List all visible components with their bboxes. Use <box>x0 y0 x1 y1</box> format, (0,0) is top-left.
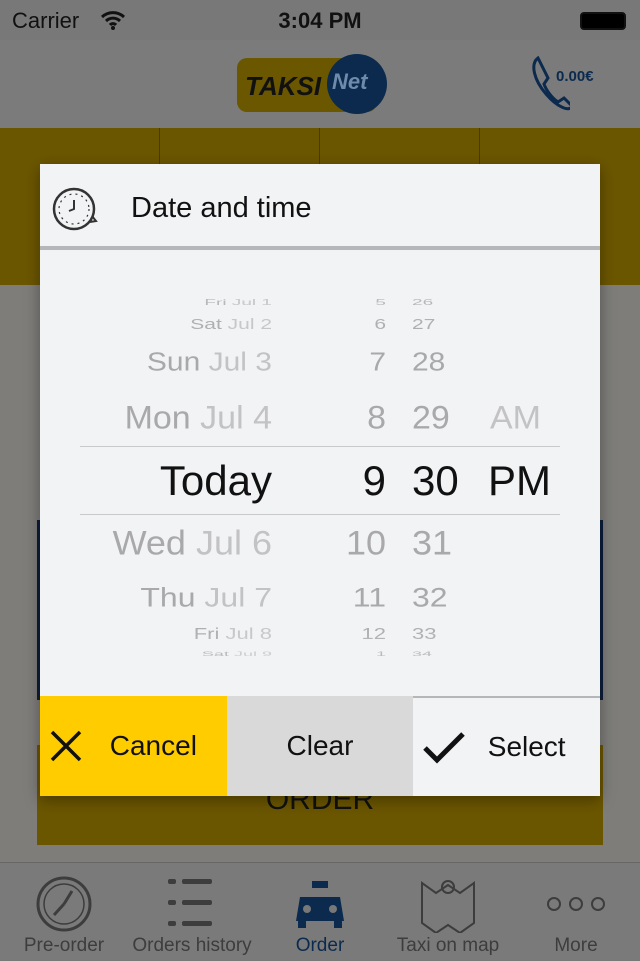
hour-option[interactable]: 9 <box>363 460 386 502</box>
date-option[interactable]: Sun Jul 3 <box>147 350 272 376</box>
date-option[interactable]: Today <box>160 460 272 502</box>
battery-icon <box>580 12 626 30</box>
checkmark-icon <box>423 732 466 764</box>
minute-option[interactable]: 30 <box>412 460 459 502</box>
date-day: Thu <box>140 581 196 613</box>
minute-option[interactable]: 27 <box>412 317 435 332</box>
date-month-day: Jul 4 <box>200 399 272 437</box>
tab-pre-order[interactable]: Pre-order <box>0 863 128 961</box>
date-option[interactable]: Mon Jul 4 <box>125 402 272 434</box>
hour-option[interactable]: 5 <box>375 298 386 307</box>
clock-history-icon <box>52 187 98 231</box>
date-day: Sat <box>190 315 222 333</box>
tab-more[interactable]: More <box>512 863 640 961</box>
date-day: Fri <box>193 624 220 643</box>
taxi-icon <box>296 881 344 928</box>
selection-line-top <box>80 446 560 447</box>
minute-option[interactable]: 31 <box>412 525 452 560</box>
date-option[interactable]: Wed Jul 6 <box>112 523 272 562</box>
date-option[interactable]: Thu Jul 7 <box>140 583 272 610</box>
date-month-day: Jul 8 <box>225 624 272 643</box>
minute-option[interactable]: 34 <box>412 651 432 657</box>
tab-orders-history[interactable]: Orders history <box>128 863 256 961</box>
date-month-day: Jul 3 <box>208 348 272 377</box>
status-bar: Carrier 3:04 PM <box>0 0 640 40</box>
minute-option[interactable]: 26 <box>412 298 433 307</box>
date-day: Wed <box>112 523 186 562</box>
hour-option[interactable]: 7 <box>369 350 386 376</box>
balance-button[interactable]: 0.00€ <box>530 54 620 114</box>
date-month-day: Jul 2 <box>227 315 272 333</box>
date-month-day[interactable]: Jul 1 <box>232 298 272 307</box>
date-day: Sat <box>201 650 229 658</box>
logo: TAKSI Net <box>237 54 387 114</box>
date-time-picker[interactable]: Fri Jul 1 Jul 1 5 26 Sat Jul 2 6 27 Sun Jul 372… <box>40 254 600 696</box>
tab-taxi-on-map[interactable]: Taxi on map <box>384 863 512 961</box>
tab-order[interactable]: Order <box>256 863 384 961</box>
ampm-option[interactable]: PM <box>488 460 551 502</box>
app-header: TAKSI Net 0.00€ <box>0 40 640 128</box>
hour-option[interactable]: 12 <box>362 626 386 641</box>
date-month-day: Jul 9 <box>233 650 272 658</box>
minute-option[interactable]: 29 <box>412 402 450 434</box>
minute-option[interactable]: 28 <box>412 350 445 376</box>
dialog-title: Date and time <box>131 192 312 224</box>
minute-option[interactable]: 33 <box>412 626 436 641</box>
selection-line-bottom <box>80 514 560 515</box>
date-option[interactable]: Sat Jul 2 <box>190 317 272 332</box>
date-time-dialog: Date and time Fri Jul 1 Jul 1 5 26 Sat Jul 2… <box>40 164 601 796</box>
ampm-option[interactable]: AM <box>490 402 541 434</box>
hour-option[interactable]: 11 <box>353 583 386 610</box>
cancel-button[interactable]: Cancel <box>40 696 227 796</box>
dialog-header: Date and time <box>40 164 600 250</box>
hour-option[interactable]: 10 <box>346 525 386 560</box>
minute-option[interactable]: 32 <box>412 583 448 610</box>
list-icon <box>168 879 212 926</box>
hour-option[interactable]: 8 <box>367 402 386 434</box>
clear-button[interactable]: Clear <box>226 696 414 796</box>
hour-option[interactable]: 1 <box>376 651 386 657</box>
more-icon <box>547 897 605 911</box>
select-button[interactable]: Select <box>413 696 601 796</box>
date-option[interactable]: Sat Jul 9 <box>202 651 272 657</box>
clock-icon <box>36 876 92 932</box>
clock: 3:04 PM <box>278 8 362 33</box>
date-month-day: Jul 7 <box>204 581 272 613</box>
date-day: Mon <box>124 399 191 437</box>
date-day: Sun <box>146 348 201 377</box>
date-month-day: Jul 6 <box>195 523 272 562</box>
close-icon <box>50 730 82 762</box>
date-day: Today <box>159 457 272 504</box>
date-option[interactable]: Fri Jul 8 <box>194 626 272 641</box>
hour-option[interactable]: 6 <box>374 317 386 332</box>
tab-bar: Pre-order Orders history Order Taxi on m… <box>0 862 640 960</box>
map-pin-icon <box>421 880 475 933</box>
